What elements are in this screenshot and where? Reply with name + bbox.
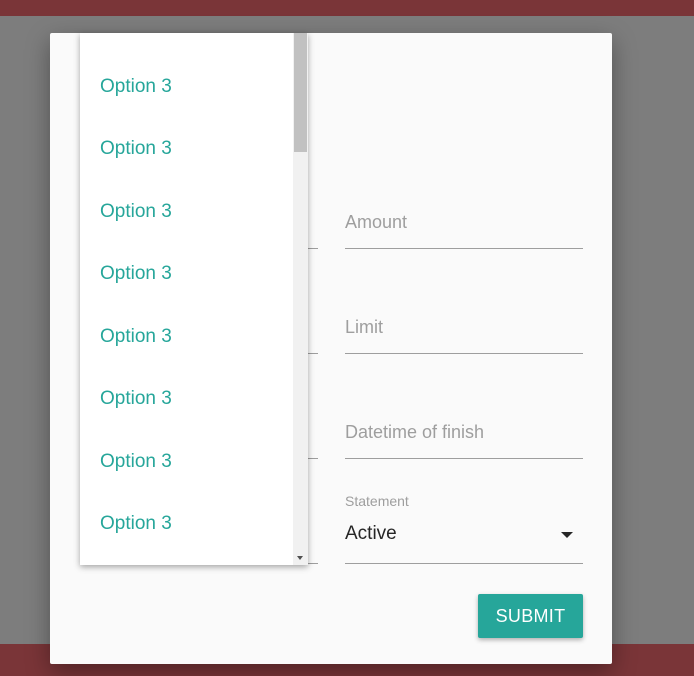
dropdown-option[interactable]: Option 3 <box>80 243 293 306</box>
amount-placeholder: Amount <box>345 212 408 232</box>
datetime-placeholder: Datetime of finish <box>345 422 485 442</box>
dropdown-option[interactable]: Option 3 <box>80 306 293 369</box>
dropdown-scrollbar[interactable] <box>293 33 308 565</box>
scrollbar-thumb[interactable] <box>294 33 307 152</box>
field-underline <box>345 353 583 354</box>
amount-field[interactable]: Amount <box>345 203 583 249</box>
page-header-bar <box>0 0 694 16</box>
field-underline <box>345 248 583 249</box>
dropdown-option[interactable]: Option 3 <box>80 368 293 431</box>
options-list: Option 2 Option 3 Option 3 Option 3 Opti… <box>80 33 293 556</box>
statement-select[interactable]: Statement Active <box>345 493 583 564</box>
statement-value[interactable]: Active <box>345 523 397 545</box>
options-dropdown[interactable]: Option 2 Option 3 Option 3 Option 3 Opti… <box>80 33 308 565</box>
datetime-field[interactable]: Datetime of finish <box>345 413 583 459</box>
dropdown-option[interactable]: Option 3 <box>80 118 293 181</box>
statement-label: Statement <box>345 493 409 509</box>
field-underline <box>345 458 583 459</box>
scroll-down-arrow-icon[interactable] <box>297 556 303 560</box>
dropdown-option[interactable]: Option 2 <box>80 33 293 56</box>
limit-field[interactable]: Limit <box>345 308 583 354</box>
dropdown-option[interactable]: Option 3 <box>80 56 293 119</box>
limit-placeholder: Limit <box>345 317 384 337</box>
dropdown-option[interactable]: Option 3 <box>80 431 293 494</box>
field-underline <box>345 563 583 564</box>
caret-down-icon[interactable] <box>561 532 573 538</box>
dropdown-option[interactable]: Option 3 <box>80 493 293 556</box>
submit-button[interactable]: Submit <box>478 594 583 638</box>
dropdown-option[interactable]: Option 3 <box>80 181 293 244</box>
